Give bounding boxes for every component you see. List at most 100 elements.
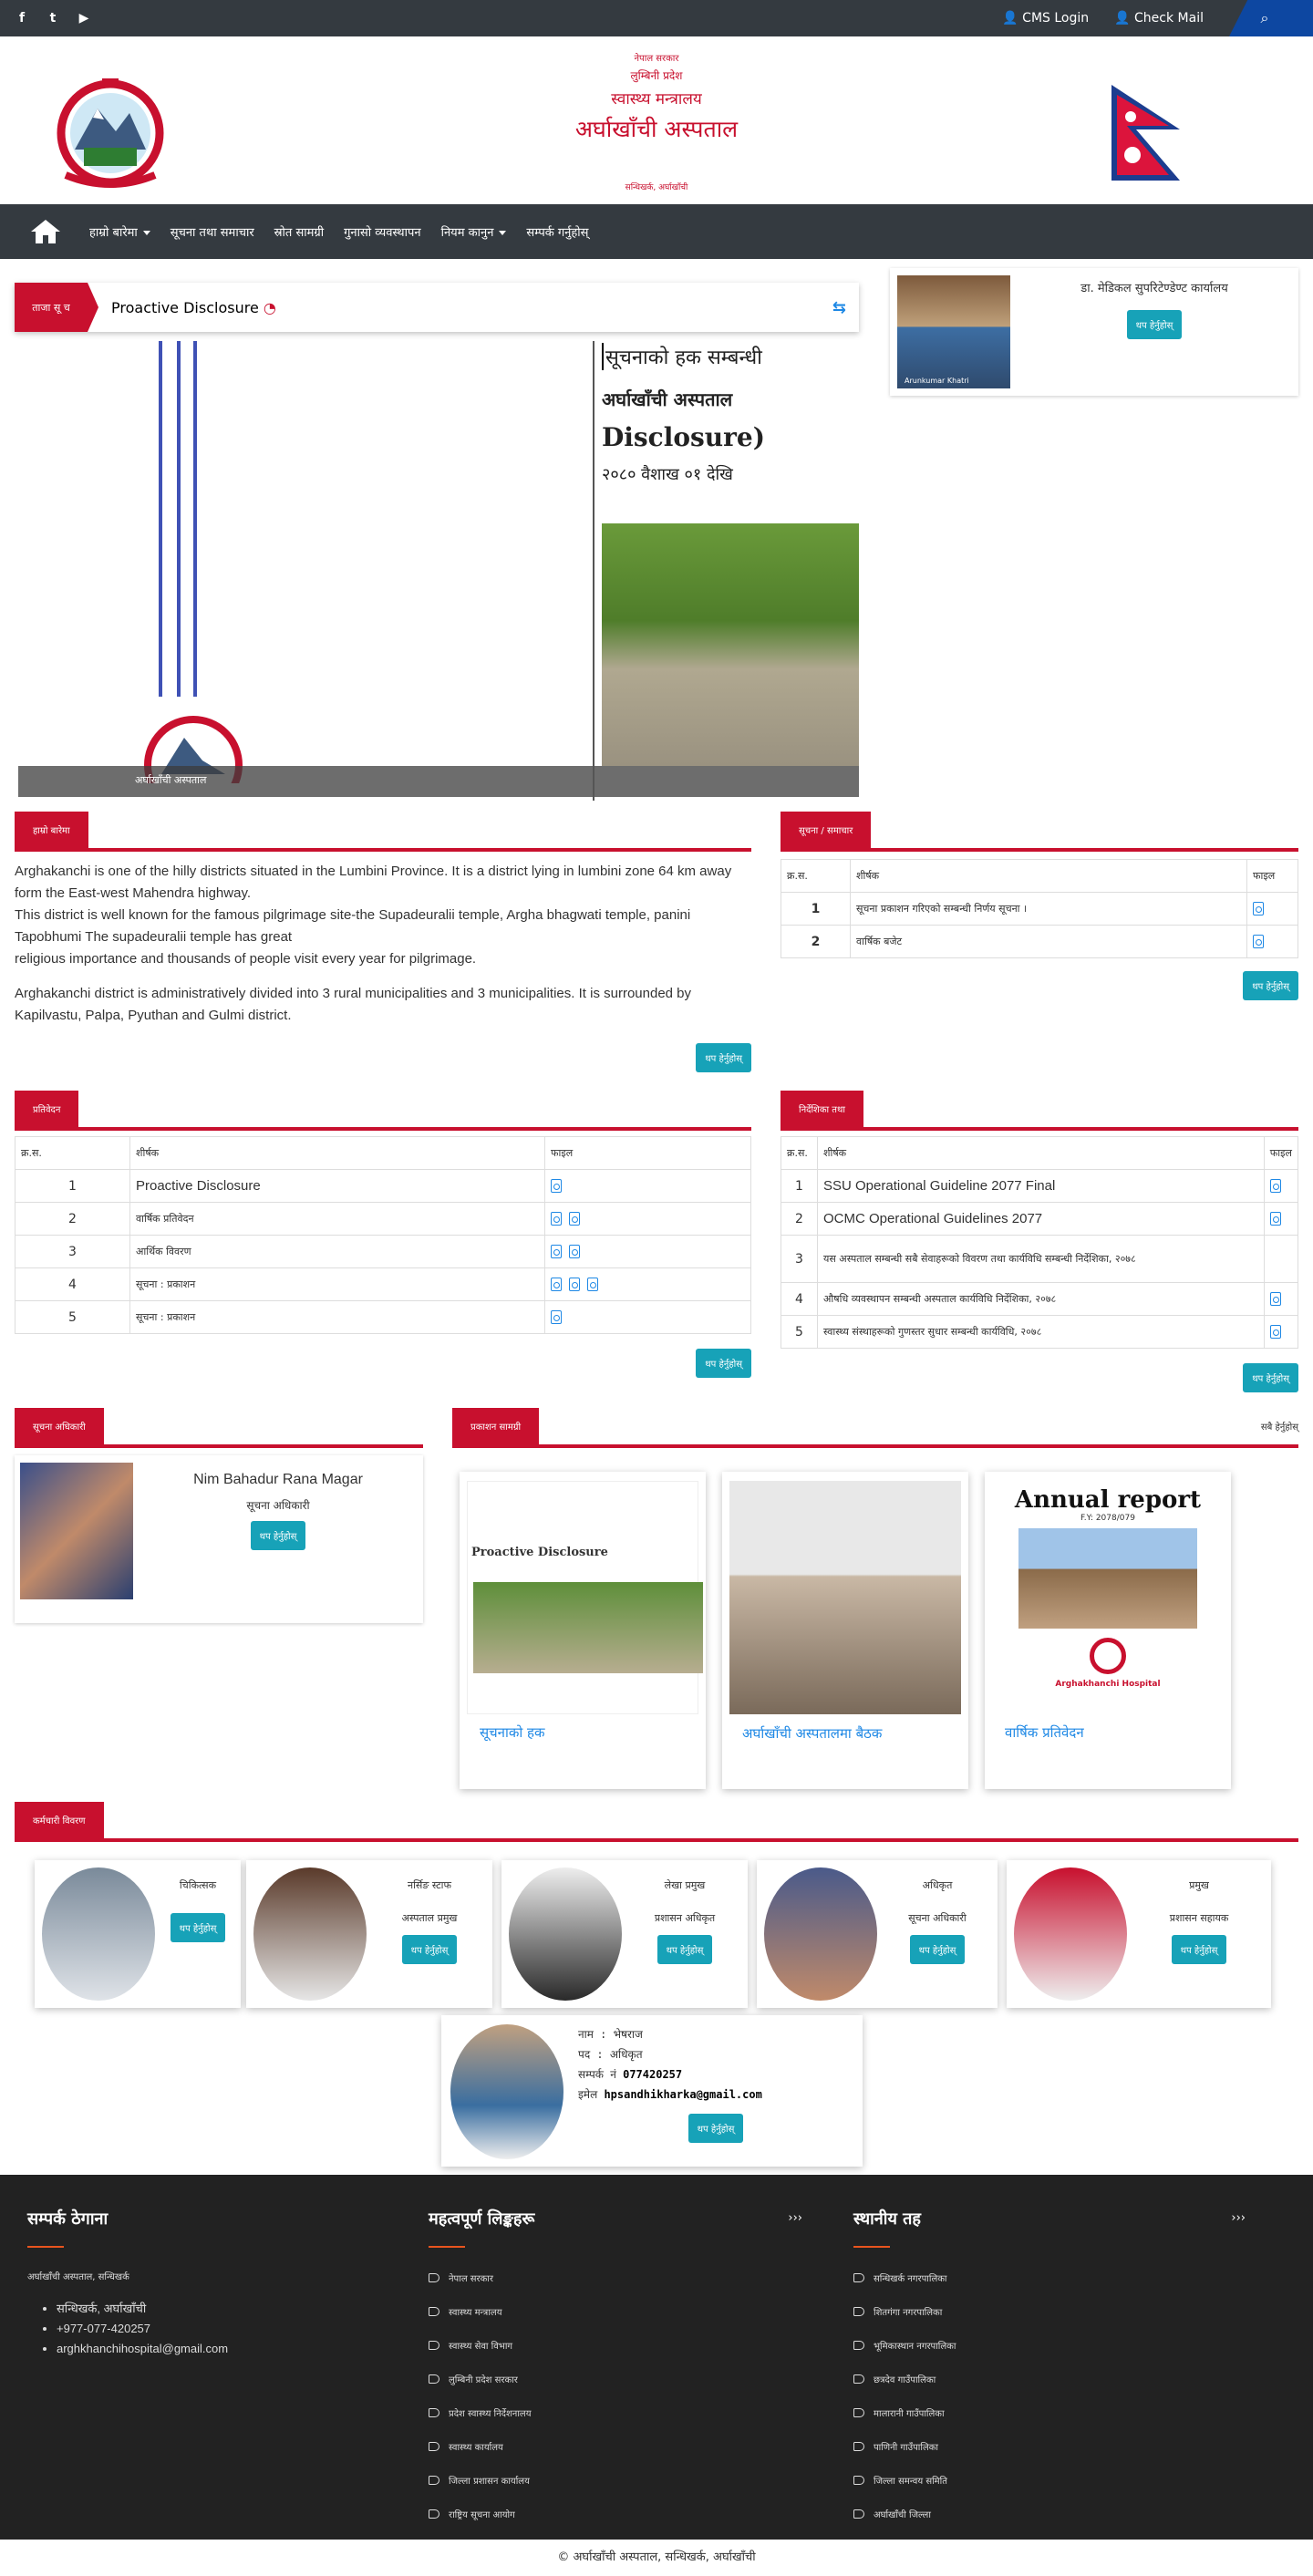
footer-link[interactable]: शितगंगा नगरपालिका bbox=[853, 2294, 1246, 2328]
footer-link[interactable]: राष्ट्रिय सूचना आयोग bbox=[429, 2497, 802, 2530]
pdf-icon[interactable] bbox=[569, 1278, 580, 1291]
ticker-tag-arrow bbox=[88, 283, 98, 332]
info-officer-header: सूचना अधिकारी bbox=[15, 1408, 423, 1448]
row-title[interactable]: सूचना प्रकाशन गरिएको सम्बन्धी निर्णय सूच… bbox=[850, 892, 1247, 926]
footer-col3-more[interactable]: ››› bbox=[1231, 2211, 1246, 2225]
info-officer-more-button[interactable]: थप हेर्नुहोस् bbox=[250, 1521, 306, 1550]
footer-link[interactable]: जिल्ला समन्वय समिति bbox=[853, 2463, 1246, 2497]
row-title[interactable]: Proactive Disclosure bbox=[129, 1169, 545, 1203]
pdf-icon[interactable] bbox=[587, 1278, 598, 1291]
pdf-icon[interactable] bbox=[551, 1212, 562, 1226]
featured-staff-info: नाम : भेषराज पद : अधिकृत सम्पर्क नं 0774… bbox=[578, 2024, 762, 2105]
about-more-button[interactable]: थप हेर्नुहोस् bbox=[696, 1043, 751, 1072]
staff-more-button[interactable]: थप हेर्नुहोस् bbox=[401, 1935, 458, 1964]
thumb-foot: Arghakhanchi Hospital bbox=[1055, 1680, 1161, 1689]
pdf-icon[interactable] bbox=[1269, 1179, 1281, 1193]
footer-contact-title: सम्पर्क ठेगाना bbox=[27, 2209, 109, 2229]
footer-col2-more[interactable]: ››› bbox=[788, 2211, 802, 2225]
publication-caption[interactable]: सूचनाको हक bbox=[460, 1723, 706, 1742]
pdf-icon[interactable] bbox=[551, 1179, 562, 1193]
footer-link[interactable]: स्वास्थ्य सेवा विभाग bbox=[429, 2328, 802, 2362]
row-title[interactable]: स्वास्थ्य संस्थाहरूको गुणस्तर सुधार सम्ब… bbox=[817, 1315, 1265, 1349]
about-section: हाम्रो बारेमा Arghakanchi is one of the … bbox=[15, 812, 751, 1072]
nav-about[interactable]: हाम्रो बारेमा bbox=[89, 223, 150, 240]
pdf-icon[interactable] bbox=[569, 1212, 580, 1226]
nav-rules[interactable]: नियम कानुन bbox=[441, 223, 507, 240]
footer-link[interactable]: स्वास्थ्य कार्यालय bbox=[429, 2429, 802, 2463]
footer-link-label: अर्घाखाँची जिल्ला bbox=[874, 2509, 931, 2520]
staff-role: अस्पताल प्रमुख bbox=[401, 1912, 458, 1924]
check-mail-link[interactable]: 👤 Check Mail bbox=[1114, 11, 1216, 26]
slide-left: अर्घाखाँची अस्पताल bbox=[15, 341, 593, 801]
nav-contact[interactable]: सम्पर्क गर्नुहोस् bbox=[526, 223, 588, 240]
footer-link[interactable]: जिल्ला प्रशासन कार्यालय bbox=[429, 2463, 802, 2497]
pdf-icon[interactable] bbox=[551, 1245, 562, 1258]
footer-link[interactable]: नेपाल सरकार bbox=[429, 2260, 802, 2294]
footer-email[interactable]: arghkhanchihospital@gmail.com bbox=[57, 2339, 392, 2359]
pdf-icon[interactable] bbox=[551, 1278, 562, 1291]
ticker-text[interactable]: Proactive Disclosure ◔ bbox=[111, 299, 276, 316]
footer-link[interactable]: अर्घाखाँची जिल्ला bbox=[853, 2497, 1246, 2530]
footer-link[interactable]: लुम्बिनी प्रदेश सरकार bbox=[429, 2362, 802, 2395]
footer-link[interactable]: भूमिकास्थान नगरपालिका bbox=[853, 2328, 1246, 2362]
guides-title: निर्देशिका तथा bbox=[781, 1091, 863, 1131]
loading-icon: ◔ bbox=[263, 298, 276, 316]
staff-more-button[interactable]: थप हेर्नुहोस् bbox=[909, 1935, 966, 1964]
header-line2: लुम्बिनी प्रदेश bbox=[630, 69, 683, 82]
footer-link[interactable]: सन्धिखर्क नगरपालिका bbox=[853, 2260, 1246, 2294]
row-title[interactable]: वार्षिक बजेट bbox=[850, 925, 1247, 958]
footer-link[interactable]: छत्रदेव गाउँपालिका bbox=[853, 2362, 1246, 2395]
youtube-icon[interactable]: ▶ bbox=[77, 11, 91, 26]
pdf-icon[interactable] bbox=[1269, 1292, 1281, 1306]
nav-grievance[interactable]: गुनासो व्यवस्थापन bbox=[344, 223, 420, 240]
footer-link[interactable]: प्रदेश स्वास्थ्य निर्देशनालय bbox=[429, 2395, 802, 2429]
publication-card[interactable]: Proactive Disclosure सूचनाको हक bbox=[460, 1472, 706, 1789]
hand-pointer-icon bbox=[429, 2407, 439, 2417]
home-icon[interactable] bbox=[29, 218, 62, 245]
chief-more-button[interactable]: थप हेर्नुहोस् bbox=[1126, 310, 1183, 339]
staff-name: नर्सिङ स्टाफ bbox=[407, 1879, 452, 1891]
staff-photo bbox=[42, 1867, 155, 2001]
featured-more-button[interactable]: थप हेर्नुहोस् bbox=[688, 2114, 744, 2143]
guides-more-button[interactable]: थप हेर्नुहोस् bbox=[1243, 1363, 1298, 1392]
pdf-icon[interactable] bbox=[1253, 935, 1264, 948]
footer-link[interactable]: मालारानी गाउँपालिका bbox=[853, 2395, 1246, 2429]
publication-card[interactable]: Annual report F.Y: 2078/079 Arghakhanchi… bbox=[985, 1472, 1231, 1789]
cms-login-link[interactable]: 👤 CMS Login bbox=[1002, 11, 1101, 26]
publication-caption[interactable]: अर्घाखाँची अस्पतालमा बैठक bbox=[722, 1723, 968, 1743]
footer-link[interactable]: स्वास्थ्य मन्त्रालय bbox=[429, 2294, 802, 2328]
about-header: हाम्रो बारेमा bbox=[15, 812, 751, 852]
reports-more-button[interactable]: थप हेर्नुहोस् bbox=[696, 1349, 751, 1378]
staff-more-button[interactable]: थप हेर्नुहोस् bbox=[170, 1913, 226, 1942]
row-title[interactable]: सूचना : प्रकाशन bbox=[129, 1300, 545, 1334]
publication-caption[interactable]: वार्षिक प्रतिवेदन bbox=[985, 1723, 1231, 1742]
row-title[interactable]: औषधि व्यवस्थापन सम्बन्धी अस्पताल कार्यवि… bbox=[817, 1282, 1265, 1316]
nav-resources[interactable]: स्रोत सामग्री bbox=[274, 223, 324, 240]
pdf-icon[interactable] bbox=[1269, 1325, 1281, 1339]
row-title[interactable]: OCMC Operational Guidelines 2077 bbox=[817, 1202, 1265, 1236]
pdf-icon[interactable] bbox=[1269, 1212, 1281, 1226]
pdf-icon[interactable] bbox=[1253, 902, 1264, 916]
row-title[interactable]: सूचना : प्रकाशन bbox=[129, 1267, 545, 1301]
view-all-link[interactable]: सबै हेर्नुहोस् bbox=[1261, 1408, 1298, 1448]
row-title[interactable]: SSU Operational Guideline 2077 Final bbox=[817, 1169, 1265, 1203]
twitter-icon[interactable]: t bbox=[46, 11, 60, 26]
thumb-title: Annual report bbox=[1014, 1486, 1202, 1514]
notice-more-button[interactable]: थप हेर्नुहोस् bbox=[1243, 971, 1298, 1000]
row-title[interactable]: यस अस्पताल सम्बन्धी सबै सेवाहरूको विवरण … bbox=[817, 1235, 1265, 1283]
search-button[interactable]: ⌕ bbox=[1229, 0, 1313, 36]
pdf-icon[interactable] bbox=[551, 1310, 562, 1324]
staff-more-button[interactable]: थप हेर्नुहोस् bbox=[1171, 1935, 1227, 1964]
facebook-icon[interactable]: f bbox=[15, 11, 29, 26]
staff-more-button[interactable]: थप हेर्नुहोस् bbox=[656, 1935, 713, 1964]
row-title[interactable]: आर्थिक विवरण bbox=[129, 1235, 545, 1268]
publication-thumb bbox=[729, 1481, 961, 1714]
footer-link[interactable]: पाणिनी गाउँपालिका bbox=[853, 2429, 1246, 2463]
pdf-icon[interactable] bbox=[569, 1245, 580, 1258]
footer-link-label: प्रदेश स्वास्थ्य निर्देशनालय bbox=[449, 2408, 532, 2419]
nav-news[interactable]: सूचना तथा समाचार bbox=[171, 223, 254, 240]
chief-photo-caption: Arunkumar Khatri bbox=[905, 377, 969, 385]
row-title[interactable]: वार्षिक प्रतिवेदन bbox=[129, 1202, 545, 1236]
ticker-arrows-icon[interactable]: ⇆ bbox=[832, 298, 846, 317]
publication-card[interactable]: अर्घाखाँची अस्पतालमा बैठक bbox=[722, 1472, 968, 1789]
